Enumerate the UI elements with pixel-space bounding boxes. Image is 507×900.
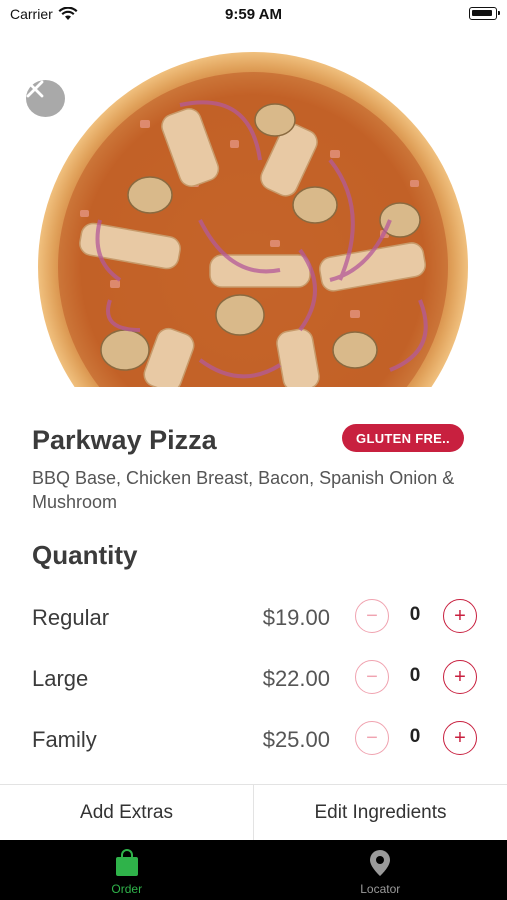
minus-icon: − [366,727,378,749]
size-name: Regular [32,605,110,630]
location-pin-icon [370,850,391,876]
product-title: Parkway Pizza [32,425,217,455]
plus-icon: + [454,727,466,749]
battery-icon [469,7,500,20]
decrement-button[interactable]: − [355,721,389,755]
plus-icon: + [454,666,466,688]
tab-bar: Order Locator [0,840,507,900]
size-row-regular: Regular $19.00 − 0 + [0,599,507,639]
product-description: BBQ Base, Chicken Breast, Bacon, Spanish… [32,468,455,512]
size-name: Large [32,666,89,691]
quantity-title: Quantity [32,540,138,570]
shopping-bag-icon [115,849,138,876]
size-price: $19.00 [262,605,330,630]
status-bar: Carrier 9:59 AM [0,0,507,30]
gluten-free-badge: GLUTEN FRE.. [342,424,464,452]
size-name: Family [32,727,97,752]
plus-icon: + [454,605,466,627]
product-image [0,30,507,387]
tab-label: Order [111,882,143,896]
minus-icon: − [366,605,378,627]
increment-button[interactable]: + [443,660,477,694]
tab-locator[interactable]: Locator [254,840,507,900]
size-price: $22.00 [262,666,330,691]
edit-ingredients-button[interactable]: Edit Ingredients [253,785,507,840]
quantity-value: 0 [409,726,421,747]
action-bar: Add Extras Edit Ingredients [0,784,507,840]
decrement-button[interactable]: − [355,599,389,633]
clock: 9:59 AM [225,6,282,23]
size-row-large: Large $22.00 − 0 + [0,660,507,700]
size-price: $25.00 [262,727,330,752]
quantity-value: 0 [409,665,421,686]
close-icon [26,80,44,98]
decrement-button[interactable]: − [355,660,389,694]
quantity-value: 0 [409,604,421,625]
tab-label: Locator [360,882,401,896]
increment-button[interactable]: + [443,721,477,755]
increment-button[interactable]: + [443,599,477,633]
minus-icon: − [366,666,378,688]
tab-order[interactable]: Order [0,840,254,900]
add-extras-button[interactable]: Add Extras [0,785,253,840]
close-button[interactable] [26,80,65,117]
pizza-illustration [38,52,468,387]
size-row-family: Family $25.00 − 0 + [0,721,507,761]
